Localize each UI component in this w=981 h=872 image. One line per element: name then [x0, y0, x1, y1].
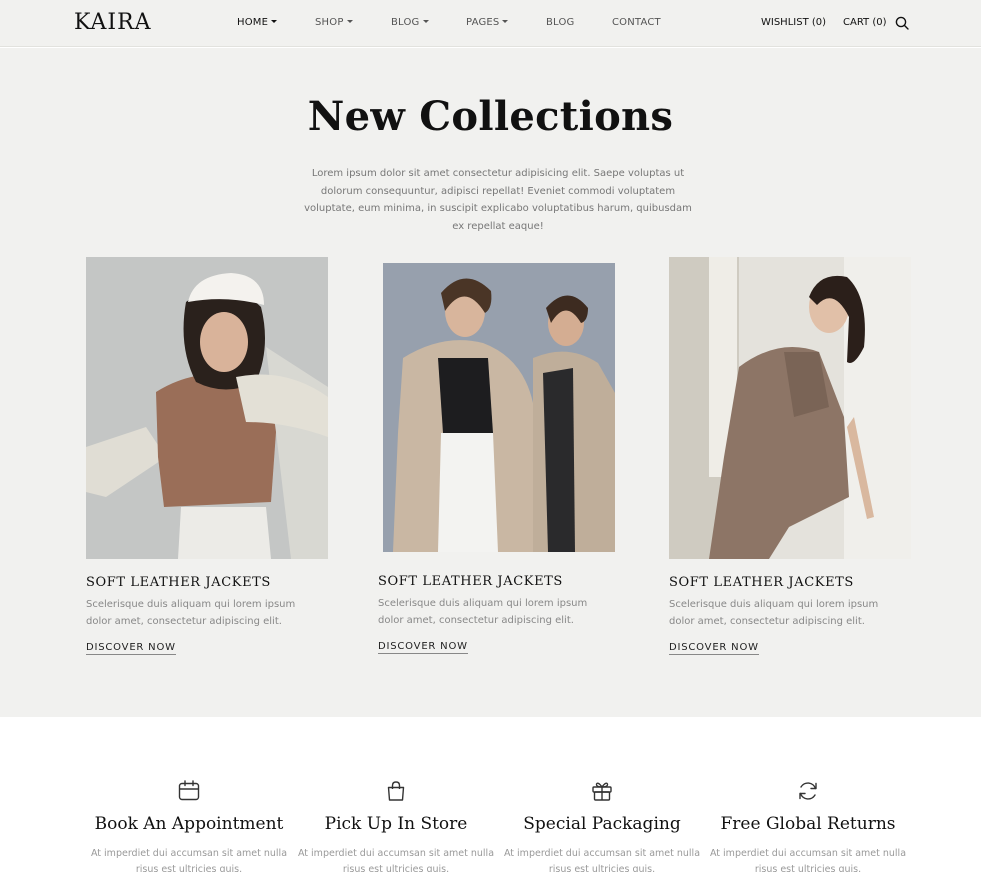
- product-image[interactable]: [383, 263, 615, 552]
- nav-shop[interactable]: SHOP: [315, 17, 353, 28]
- feature-description: At imperdiet dui accumsan sit amet nulla…: [297, 848, 495, 872]
- calendar-icon: [178, 780, 200, 801]
- wishlist-link[interactable]: WISHLIST (0): [761, 17, 826, 28]
- cart-link[interactable]: CART (0): [843, 17, 887, 28]
- card-title: SOFT LEATHER JACKETS: [86, 575, 271, 590]
- nav-pages[interactable]: PAGES: [466, 17, 509, 28]
- card-title: SOFT LEATHER JACKETS: [669, 575, 854, 590]
- site-header: KAIRA HOME SHOP BLOG PAGES BLOG CONTACT …: [0, 0, 981, 47]
- card-description: Scelerisque duis aliquam qui lorem ipsum…: [86, 599, 296, 627]
- nav-label: PAGES: [466, 17, 500, 28]
- refresh-icon: [799, 782, 817, 800]
- discover-now-link[interactable]: DISCOVER NOW: [378, 641, 468, 654]
- model-photo: [86, 257, 328, 559]
- page-title: New Collections: [307, 93, 674, 140]
- nav-blog-dropdown[interactable]: BLOG: [391, 17, 429, 28]
- nav-label: SHOP: [315, 17, 344, 28]
- feature-description: At imperdiet dui accumsan sit amet nulla…: [90, 848, 288, 872]
- feature-title: Free Global Returns: [720, 814, 896, 834]
- model-photo: [383, 263, 615, 552]
- nav-label: HOME: [237, 17, 269, 28]
- feature-item: Pick Up In Store At imperdiet dui accums…: [296, 779, 496, 872]
- gift-icon: [592, 782, 612, 801]
- nav-label: BLOG: [391, 17, 420, 28]
- product-image[interactable]: [86, 257, 328, 559]
- nav-blog[interactable]: BLOG: [546, 17, 575, 28]
- feature-item: Free Global Returns At imperdiet dui acc…: [708, 779, 908, 872]
- discover-now-link[interactable]: DISCOVER NOW: [86, 642, 176, 655]
- card-description: Scelerisque duis aliquam qui lorem ipsum…: [669, 599, 879, 627]
- feature-title: Pick Up In Store: [324, 814, 468, 834]
- model-photo: [669, 257, 911, 559]
- caret-down-icon: [502, 20, 509, 23]
- feature-title: Book An Appointment: [94, 814, 284, 834]
- caret-down-icon: [346, 20, 353, 23]
- feature-description: At imperdiet dui accumsan sit amet nulla…: [709, 848, 907, 872]
- card-description: Scelerisque duis aliquam qui lorem ipsum…: [378, 598, 588, 626]
- nav-contact[interactable]: CONTACT: [612, 17, 661, 28]
- discover-now-link[interactable]: DISCOVER NOW: [669, 642, 759, 655]
- caret-down-icon: [271, 20, 278, 23]
- shopping-bag-icon: [387, 781, 405, 801]
- caret-down-icon: [422, 20, 429, 23]
- feature-item: Book An Appointment At imperdiet dui acc…: [89, 779, 289, 872]
- feature-item: Special Packaging At imperdiet dui accum…: [502, 779, 702, 872]
- nav-home[interactable]: HOME: [237, 17, 278, 28]
- search-icon[interactable]: [895, 16, 909, 30]
- card-title: SOFT LEATHER JACKETS: [378, 574, 563, 589]
- feature-description: At imperdiet dui accumsan sit amet nulla…: [503, 848, 701, 872]
- collections-intro: Lorem ipsum dolor sit amet consectetur a…: [304, 168, 692, 232]
- product-image[interactable]: [669, 257, 911, 559]
- feature-title: Special Packaging: [523, 814, 681, 834]
- logo[interactable]: KAIRA: [74, 10, 152, 35]
